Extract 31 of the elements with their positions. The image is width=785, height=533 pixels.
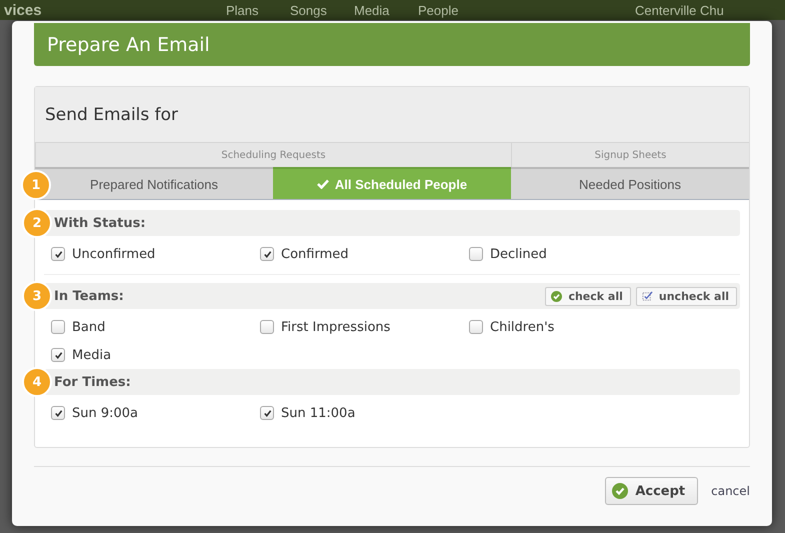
step-number-badge: 1 (21, 170, 51, 200)
tab-group-label: Scheduling Requests (35, 142, 511, 167)
checkbox-label: Children's (490, 320, 554, 334)
nav-link[interactable]: People (418, 2, 482, 18)
checkbox-label: Sun 9:00a (72, 406, 138, 420)
accept-button[interactable]: Accept (605, 477, 698, 505)
checkbox-label: Declined (490, 246, 547, 262)
cancel-link[interactable]: cancel (711, 484, 750, 498)
checkbox-label: Media (72, 348, 112, 362)
checkbox-label: Confirmed (281, 246, 348, 262)
checkbox-label: Unconfirmed (72, 246, 156, 262)
nav-link[interactable]: Media (354, 2, 418, 18)
tab[interactable]: Needed Positions (511, 167, 749, 200)
section-title: With Status: (54, 216, 146, 230)
check-all-button[interactable]: check all (545, 286, 631, 306)
dialog-title: Prepare An Email (47, 34, 210, 56)
checkbox-label: First Impressions (281, 320, 390, 334)
step-number-badge: 4 (22, 367, 52, 397)
checkbox-label: Sun 11:00a (281, 406, 356, 420)
nav-link[interactable]: Songs (290, 2, 354, 18)
panel-heading: Send Emails for (35, 87, 749, 142)
tab-group-label: Signup Sheets (511, 142, 749, 167)
nav-link[interactable]: Plans (226, 2, 290, 18)
step-number-badge: 2 (22, 208, 52, 238)
section-title: In Teams: (54, 288, 124, 304)
uncheck-all-button[interactable]: uncheck all (636, 286, 737, 306)
checkbox-label: Band (72, 320, 106, 334)
account-name[interactable]: Centerville Chu (635, 2, 785, 18)
section-title: For Times: (54, 374, 131, 390)
app-brand: vices (4, 2, 43, 18)
step-number-badge: 3 (22, 281, 52, 311)
